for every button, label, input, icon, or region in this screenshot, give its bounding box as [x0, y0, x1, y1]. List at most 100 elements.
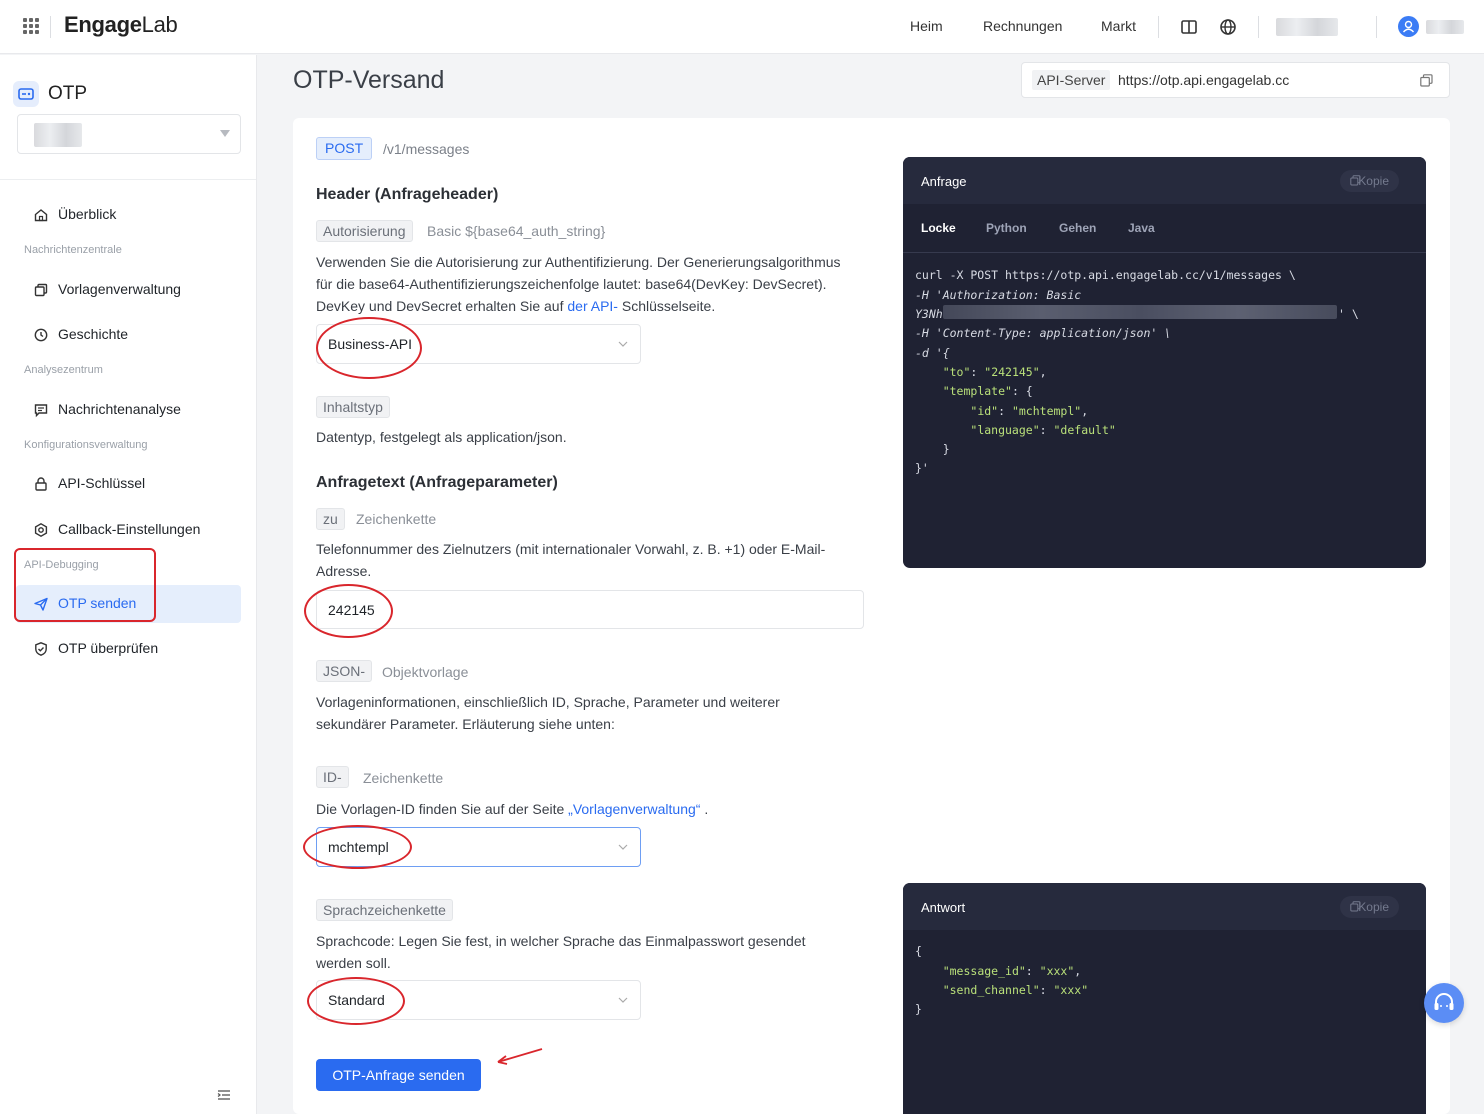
- account-name-blurred[interactable]: [1276, 18, 1338, 36]
- collapse-sidebar-icon[interactable]: [217, 1088, 231, 1102]
- page-title: OTP-Versand: [293, 66, 445, 94]
- code-line: Y3Nh: [915, 307, 943, 321]
- id-description: Die Vorlagen-ID finden Sie auf der Seite…: [316, 801, 709, 817]
- param-name-to: zu: [316, 508, 345, 530]
- engagelab-logo[interactable]: EngageLab: [64, 12, 178, 38]
- settings-icon: [34, 522, 48, 538]
- tab-go[interactable]: Gehen: [1059, 221, 1096, 235]
- clock-icon: [34, 328, 48, 342]
- code-line: "language": "default": [970, 423, 1116, 437]
- api-server-field: API-Server https://otp.api.engagelab.cc: [1021, 62, 1450, 98]
- language-description: Sprachcode: Legen Sie fest, in welcher S…: [316, 933, 806, 971]
- nav-billing[interactable]: Rechnungen: [983, 18, 1062, 34]
- app-grid-icon[interactable]: [23, 18, 39, 34]
- group-config: Konfigurationsverwaltung: [24, 439, 148, 451]
- code-panel-header: Antwort Kopie: [903, 883, 1426, 930]
- sidebar-item-label: Geschichte: [58, 326, 129, 342]
- code-panel-title: Antwort: [921, 900, 966, 915]
- divider: [0, 179, 256, 180]
- tab-python[interactable]: Python: [986, 221, 1027, 235]
- divider: [1158, 16, 1159, 38]
- sidebar-item-history[interactable]: Geschichte: [16, 316, 241, 354]
- header-section-title: Header (Anfrageheader): [316, 186, 499, 203]
- sidebar-item-templates[interactable]: Vorlagenverwaltung: [16, 271, 241, 309]
- sidebar-item-overview[interactable]: Überblick: [16, 196, 241, 234]
- api-key-link[interactable]: der API-: [567, 298, 618, 314]
- code-line: -d '{: [915, 346, 950, 360]
- param-name-authorization: Autorisierung: [316, 220, 413, 242]
- globe-icon[interactable]: [1218, 17, 1238, 37]
- divider: [1258, 16, 1259, 38]
- copy-icon: [1350, 175, 1361, 186]
- lock-icon: [35, 477, 47, 491]
- param-name-content-type: Inhaltstyp: [316, 396, 390, 418]
- param-name-language: Sprachzeichenkette: [316, 899, 453, 921]
- to-description: Telefonnummer des Zielnutzers (mit inter…: [316, 541, 826, 579]
- response-code-panel: Antwort Kopie { "message_id": "xxx", "se…: [903, 883, 1426, 1114]
- otp-logo-icon: [13, 81, 39, 107]
- docs-icon[interactable]: [1179, 17, 1199, 37]
- request-code-panel: Anfrage Kopie Locke Python Gehen Java cu…: [903, 157, 1426, 568]
- copy-button[interactable]: Kopie: [1340, 896, 1399, 918]
- copy-button[interactable]: Kopie: [1340, 170, 1399, 192]
- divider: [1376, 16, 1377, 38]
- sidebar-item-label: Nachrichtenanalyse: [58, 401, 181, 417]
- nav-market[interactable]: Markt: [1101, 18, 1136, 34]
- tab-curl[interactable]: Locke: [921, 221, 956, 235]
- sidebar-item-label: API-Schlüssel: [58, 475, 146, 491]
- code-line: {: [915, 944, 922, 958]
- code-line: "message_id": "xxx",: [942, 964, 1082, 978]
- annotation-ellipse: [307, 977, 405, 1025]
- code-language-tabs: Locke Python Gehen Java: [903, 204, 1426, 253]
- sidebar-item-api-keys[interactable]: API-Schlüssel: [16, 465, 241, 503]
- app-selector[interactable]: [17, 114, 241, 154]
- code-line: curl -X POST https://otp.api.engagelab.c…: [915, 268, 1296, 282]
- api-server-url: https://otp.api.engagelab.cc: [1118, 72, 1290, 88]
- code-line: "to": "242145",: [942, 365, 1047, 379]
- avatar[interactable]: [1398, 16, 1419, 37]
- divider: [50, 16, 51, 38]
- copy-icon[interactable]: [1420, 74, 1433, 87]
- caret-down-icon: [220, 130, 230, 137]
- body-section-title: Anfragetext (Anfrageparameter): [316, 474, 558, 491]
- send-otp-request-button[interactable]: OTP-Anfrage senden: [316, 1059, 481, 1091]
- sidebar-item-verify-otp[interactable]: OTP überprüfen: [16, 630, 241, 668]
- sidebar-item-message-analysis[interactable]: Nachrichtenanalyse: [16, 391, 241, 429]
- code-panel-title: Anfrage: [921, 174, 967, 189]
- to-input[interactable]: 242145: [316, 590, 864, 629]
- annotation-highlight-box: [14, 548, 156, 622]
- param-type: Objektvorlage: [382, 664, 469, 680]
- code-line: "send_channel": "xxx": [942, 983, 1089, 997]
- param-type: Basic ${base64_auth_string}: [427, 223, 606, 239]
- template-description: Vorlageninformationen, einschließlich ID…: [316, 694, 780, 732]
- copy-icon: [34, 283, 48, 297]
- param-type: Zeichenkette: [363, 770, 444, 786]
- annotation-ellipse: [316, 317, 422, 379]
- message-icon: [34, 404, 48, 418]
- code-panel-header: Anfrage Kopie: [903, 157, 1426, 204]
- code-line: ' \: [1338, 307, 1359, 321]
- annotation-arrow-icon: [497, 1048, 543, 1065]
- chevron-down-icon: [618, 341, 628, 347]
- code-line: }: [942, 442, 950, 456]
- template-management-link[interactable]: „Vorlagenverwaltung“: [568, 801, 700, 817]
- user-icon: [1402, 20, 1415, 33]
- nav-home[interactable]: Heim: [910, 18, 943, 34]
- endpoint-path: /v1/messages: [383, 141, 470, 157]
- top-bar: EngageLab Heim Rechnungen Markt: [0, 0, 1484, 54]
- sidebar-item-label: Vorlagenverwaltung: [58, 281, 181, 297]
- tab-java[interactable]: Java: [1128, 221, 1155, 235]
- annotation-ellipse: [303, 825, 412, 869]
- api-server-label: API-Server: [1032, 70, 1111, 90]
- sidebar-item-label: Callback-Einstellungen: [58, 521, 201, 537]
- support-button[interactable]: [1424, 983, 1464, 1023]
- code-line: }': [915, 461, 929, 475]
- http-method-badge: POST: [316, 137, 373, 160]
- username-blurred[interactable]: [1426, 20, 1464, 34]
- sidebar-item-label: OTP überprüfen: [58, 640, 159, 656]
- sidebar-item-label: Überblick: [58, 206, 117, 222]
- code-line: "template": {: [942, 384, 1033, 398]
- content-type-description: Datentyp, festgelegt als application/jso…: [316, 429, 567, 445]
- sidebar-item-callback[interactable]: Callback-Einstellungen: [16, 511, 241, 549]
- chevron-down-icon: [618, 844, 628, 850]
